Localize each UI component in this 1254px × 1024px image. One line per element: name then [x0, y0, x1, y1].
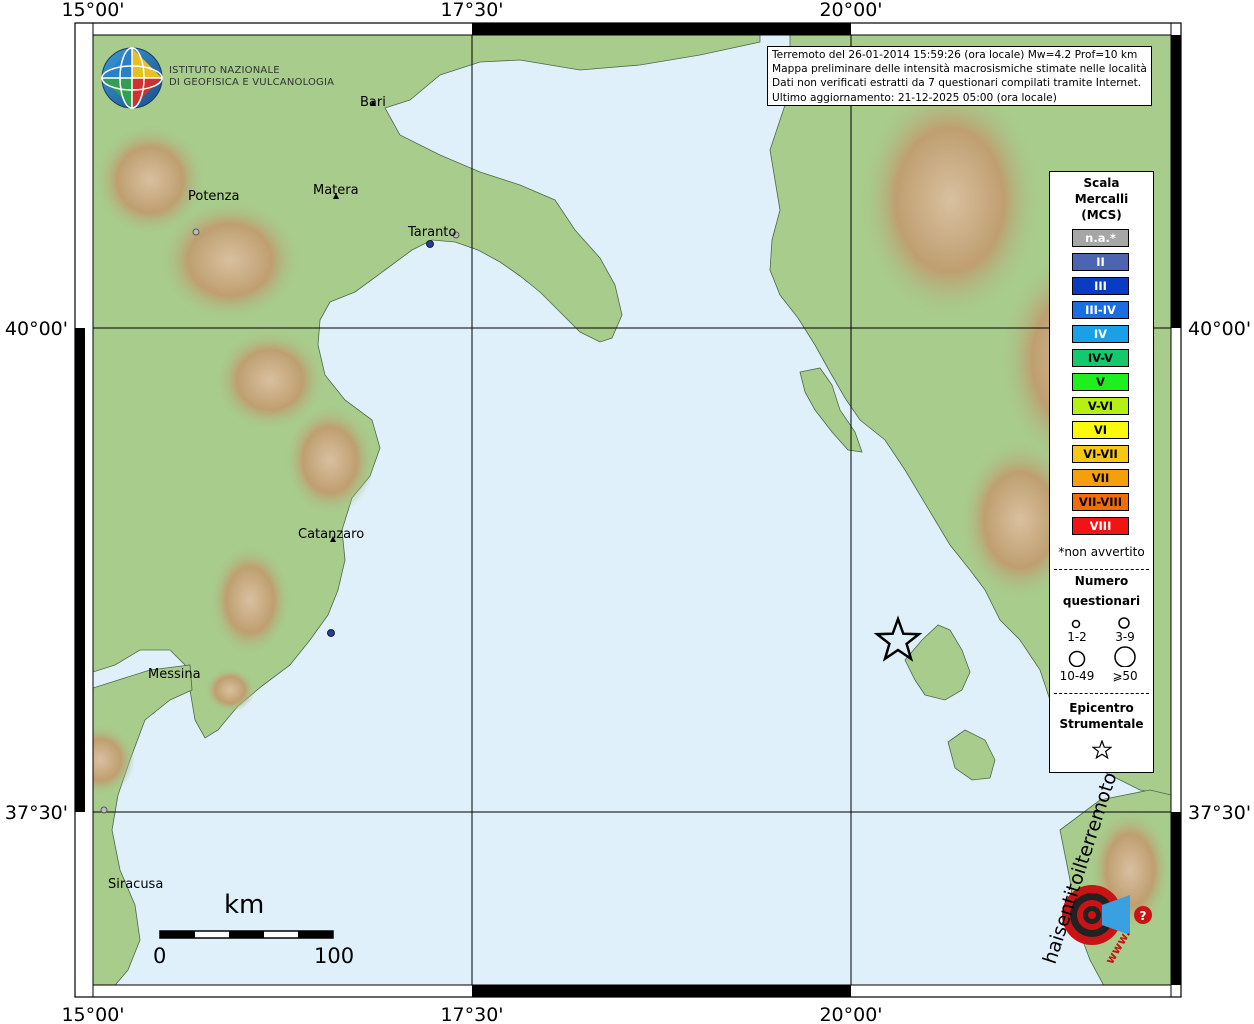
- institute-line2: DI GEOFISICA E VULCANOLOGIA: [169, 77, 335, 88]
- city-label-taranto: Taranto: [407, 225, 456, 240]
- institute-name: ISTITUTO NAZIONALE DI GEOFISICA E VULCAN…: [169, 65, 334, 89]
- count-label-4: ⩾50: [1112, 669, 1138, 683]
- scale-item-4: III-IV: [1072, 301, 1129, 319]
- count-symbol-medium: [1118, 617, 1130, 629]
- lat-label-left-1: 40°00': [5, 318, 68, 340]
- city-label-bari: Bari: [360, 95, 386, 110]
- count-label-3: 10-49: [1059, 669, 1095, 683]
- event-info-line4: Ultimo aggiornamento: 21-12-2025 05:00 (…: [772, 91, 1057, 104]
- lon-label-bottom-3: 20°00': [819, 1004, 882, 1024]
- scale-item-7: V: [1072, 373, 1129, 391]
- count-symbol-xlarge: [1114, 646, 1136, 667]
- event-info-line2: Mappa preliminare delle intensità macros…: [772, 63, 1147, 76]
- legend-divider: [1054, 693, 1149, 694]
- lon-label-top-3: 20°00': [819, 0, 882, 21]
- lat-label-right-2: 37°30': [1188, 802, 1251, 824]
- city-label-catanzaro: Catanzaro: [298, 527, 364, 542]
- scale-min-label: 0: [153, 944, 167, 968]
- legend-title-line1: Scala: [1083, 176, 1120, 190]
- count-symbol-large: [1068, 650, 1086, 667]
- lon-label-bottom-1: 15°00': [61, 1004, 124, 1024]
- event-info-line3: Dati non verificati estratti da 7 questi…: [772, 77, 1142, 90]
- scale-item-8: V-VI: [1072, 397, 1129, 415]
- city-label-messina: Messina: [148, 667, 201, 682]
- legend-divider: [1054, 569, 1149, 570]
- count-title-line2: questionari: [1062, 594, 1141, 608]
- scale-item-12: VII-VIII: [1072, 493, 1129, 511]
- lon-label-bottom-2: 17°30': [440, 1004, 503, 1024]
- lat-label-right-1: 40°00': [1188, 318, 1251, 340]
- epicenter-title-line1: Epicentro: [1069, 701, 1134, 715]
- city-label-potenza: Potenza: [188, 189, 239, 204]
- count-title-line1: Numero: [1074, 574, 1129, 588]
- legend-title: Scala Mercalli (MCS): [1050, 175, 1153, 223]
- legend-title-line2: Mercalli: [1074, 192, 1129, 206]
- scale-bar: [159, 930, 334, 939]
- scale-item-6: IV-V: [1072, 349, 1129, 367]
- count-symbol-small: [1071, 619, 1081, 629]
- scale-item-2: II: [1072, 253, 1129, 271]
- scale-item-9: VI: [1072, 421, 1129, 439]
- legend-title-line3: (MCS): [1081, 208, 1122, 222]
- epicenter-title-line2: Strumentale: [1059, 717, 1144, 731]
- city-marker-potenza: [192, 228, 200, 236]
- ingv-logo-icon: [101, 47, 163, 109]
- count-label-1: 1-2: [1067, 630, 1087, 644]
- event-info-box: Terremoto del 26-01-2014 15:59:26 (ora l…: [767, 46, 1152, 106]
- institute-line1: ISTITUTO NAZIONALE: [169, 65, 280, 76]
- epicenter-legend-star-icon: [1092, 740, 1112, 760]
- legend: Scala Mercalli (MCS) n.a.* II III III-IV IV I…: [1049, 171, 1154, 773]
- event-info-line1: Terremoto del 26-01-2014 15:59:26 (ora l…: [772, 49, 1138, 61]
- lon-label-top-1: 15°00': [61, 0, 124, 21]
- lon-label-top-2: 17°30': [440, 0, 503, 21]
- city-marker-taranto: [426, 240, 434, 248]
- city-label-matera: Matera: [313, 183, 359, 198]
- scale-item-13: VIII: [1072, 517, 1129, 535]
- scale-item-5: IV: [1072, 325, 1129, 343]
- count-label-2: 3-9: [1115, 630, 1135, 644]
- city-label-siracusa: Siracusa: [108, 877, 163, 892]
- scale-unit-label: km: [224, 890, 265, 920]
- svg-text:?: ?: [1140, 909, 1147, 923]
- scale-item-3: III: [1072, 277, 1129, 295]
- scale-item-1: n.a.*: [1072, 229, 1129, 247]
- legend-note: *non avvertito: [1058, 545, 1145, 559]
- scale-item-10: VI-VII: [1072, 445, 1129, 463]
- intensity-point: [327, 629, 335, 637]
- scale-item-11: VII: [1072, 469, 1129, 487]
- location-marker: [100, 806, 108, 814]
- scale-max-label: 100: [314, 944, 355, 968]
- lat-label-left-2: 37°30': [5, 802, 68, 824]
